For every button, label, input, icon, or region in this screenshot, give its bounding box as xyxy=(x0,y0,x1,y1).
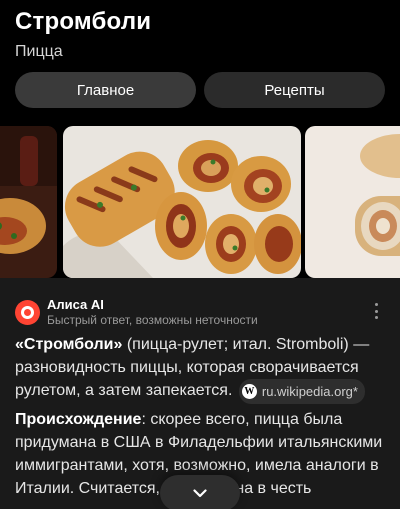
tab-bar: Главное Рецепты xyxy=(15,72,385,108)
answer-source-name: Алиса AI xyxy=(47,297,104,312)
chevron-down-icon xyxy=(193,488,207,497)
more-options-icon[interactable] xyxy=(368,300,384,322)
term-bold: «Стромболи» xyxy=(15,336,123,353)
alice-logo-icon xyxy=(15,300,40,325)
answer-disclaimer: Быстрый ответ, возможны неточности xyxy=(47,313,258,327)
wikipedia-source-chip[interactable]: W ru.wikipedia.org* xyxy=(238,379,365,404)
wikipedia-source-label: ru.wikipedia.org* xyxy=(261,384,358,399)
gallery-image-right[interactable] xyxy=(305,126,400,278)
page-subtitle: Пицца xyxy=(15,43,63,60)
answer-paragraph-definition: «Стромболи» (пицца-рулет; итал. Strombol… xyxy=(15,333,387,404)
gallery-image-left[interactable] xyxy=(0,126,57,278)
tab-main[interactable]: Главное xyxy=(15,72,196,108)
page-title: Стромболи xyxy=(15,8,152,35)
wikipedia-icon: W xyxy=(241,384,257,399)
tab-recipes[interactable]: Рецепты xyxy=(204,72,385,108)
gallery-image-main[interactable] xyxy=(63,126,301,278)
expand-answer-button[interactable] xyxy=(160,475,240,509)
image-gallery[interactable] xyxy=(0,126,400,278)
origin-heading: Происхождение xyxy=(15,411,142,428)
